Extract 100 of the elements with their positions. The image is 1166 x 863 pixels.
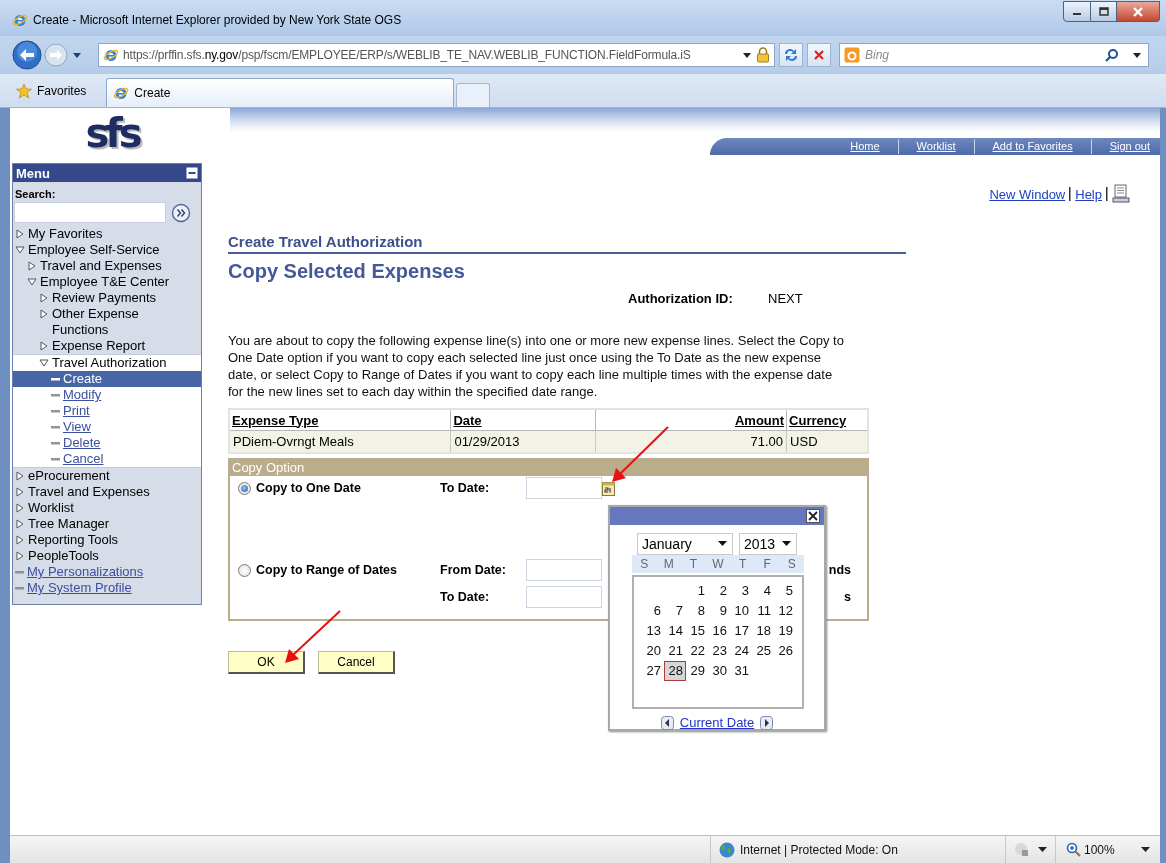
zoom-level[interactable]: 100% <box>1084 842 1115 857</box>
menu-item[interactable]: eProcurement <box>13 468 201 484</box>
menu-link[interactable]: Create <box>13 371 201 387</box>
back-button[interactable] <box>12 40 42 70</box>
calendar-day[interactable]: 20 <box>642 641 664 661</box>
date-field[interactable] <box>526 586 602 608</box>
maximize-button[interactable] <box>1091 1 1117 22</box>
column-header[interactable]: Date <box>450 409 596 431</box>
current-date-link[interactable]: Current Date <box>679 715 755 730</box>
menu-link[interactable]: Cancel <box>13 451 201 467</box>
calendar-day[interactable]: 12 <box>774 601 796 621</box>
zoom-icon[interactable] <box>1066 842 1081 857</box>
date-field[interactable] <box>526 559 602 581</box>
column-header[interactable]: Amount <box>595 409 787 431</box>
browser-tab[interactable]: Create <box>106 78 455 107</box>
menu-item[interactable]: Review Payments <box>13 290 201 306</box>
year-dropdown[interactable]: 2013 <box>739 533 797 555</box>
close-button[interactable] <box>806 509 820 523</box>
menu-item[interactable]: Travel and Expenses <box>13 258 201 274</box>
menu-link[interactable]: View <box>13 419 201 435</box>
calendar-day[interactable]: 23 <box>708 641 730 661</box>
caret-icon[interactable] <box>1140 846 1150 853</box>
calendar-day[interactable]: 2 <box>708 581 730 601</box>
calendar-day[interactable]: 10 <box>730 601 752 621</box>
refresh-button[interactable] <box>779 43 803 67</box>
menu-item[interactable]: Employee Self-Service <box>13 242 201 258</box>
calendar-day[interactable]: 4 <box>752 581 774 601</box>
calendar-day[interactable]: 30 <box>708 661 730 681</box>
menu-item[interactable]: Travel and Expenses <box>13 484 201 500</box>
calendar-day[interactable]: 28 <box>664 661 686 681</box>
calendar-day[interactable]: 6 <box>642 601 664 621</box>
calendar-day[interactable]: 14 <box>664 621 686 641</box>
month-dropdown[interactable]: January <box>637 533 733 555</box>
calendar-day[interactable]: 3 <box>730 581 752 601</box>
menu-link[interactable]: Print <box>13 403 201 419</box>
collapse-icon[interactable] <box>186 167 198 179</box>
header-link[interactable]: Worklist <box>897 139 974 154</box>
menu-item[interactable]: Other Expense Functions <box>13 306 201 338</box>
calendar-day[interactable]: 18 <box>752 621 774 641</box>
radio-button[interactable] <box>238 481 251 495</box>
menu-item[interactable]: Travel Authorization <box>13 355 201 371</box>
calendar-day[interactable]: 31 <box>730 661 752 681</box>
calendar-day[interactable]: 29 <box>686 661 708 681</box>
search-input[interactable]: Bing <box>865 48 1100 62</box>
search-field[interactable]: Bing <box>839 43 1149 67</box>
calendar-day[interactable]: 1 <box>686 581 708 601</box>
search-icon[interactable] <box>1105 48 1119 62</box>
calendar-day[interactable]: 22 <box>686 641 708 661</box>
calendar-day[interactable]: 17 <box>730 621 752 641</box>
caret-icon[interactable] <box>72 51 82 59</box>
calendar-day[interactable]: 16 <box>708 621 730 641</box>
favorites-button[interactable]: Favorites <box>12 79 93 102</box>
calendar-day[interactable]: 24 <box>730 641 752 661</box>
menu-item[interactable]: Expense Report <box>13 338 201 354</box>
calendar-day[interactable]: 25 <box>752 641 774 661</box>
go-icon[interactable] <box>171 202 191 223</box>
menu-link[interactable]: Delete <box>13 435 201 451</box>
radio-option[interactable]: Copy to One Date <box>238 476 440 500</box>
calendar-day[interactable]: 5 <box>774 581 796 601</box>
address-field[interactable]: https://prffin.sfs.ny.gov/psp/fscm/EMPLOYEE/ERP/s/WEBLIB_TE_NAV.WEBLIB_FUNCTION.FieldFormula.iS <box>98 43 775 67</box>
security-icon[interactable] <box>1014 841 1030 858</box>
date-field[interactable] <box>526 477 602 499</box>
document-icon[interactable] <box>1112 184 1130 204</box>
menu-link[interactable]: My System Profile <box>13 580 201 596</box>
menu-item[interactable]: Tree Manager <box>13 516 201 532</box>
caret-icon[interactable] <box>1038 846 1047 853</box>
cancel-button[interactable]: Cancel <box>318 651 395 674</box>
page-link[interactable]: New Window <box>989 186 1066 202</box>
menu-item[interactable]: My Favorites <box>13 226 201 242</box>
caret-icon[interactable] <box>742 51 752 59</box>
radio-option[interactable]: Copy to Range of Dates <box>238 558 440 582</box>
page-link[interactable]: Help <box>1075 186 1102 202</box>
header-link[interactable]: Home <box>850 139 898 154</box>
calendar-day[interactable]: 8 <box>686 601 708 621</box>
caret-icon[interactable] <box>718 541 727 547</box>
header-link[interactable]: Sign out <box>1090 139 1160 154</box>
header-link[interactable]: Add to Favorites <box>973 139 1091 154</box>
calendar-day[interactable]: 15 <box>686 621 708 641</box>
caret-icon[interactable] <box>782 541 791 547</box>
calendar-day[interactable]: 19 <box>774 621 796 641</box>
calendar-day[interactable]: 11 <box>752 601 774 621</box>
menu-item[interactable]: PeopleTools <box>13 548 201 564</box>
menu-item[interactable]: Reporting Tools <box>13 532 201 548</box>
calendar-icon[interactable] <box>602 480 615 496</box>
menu-link[interactable]: My Personalizations <box>13 564 201 580</box>
menu-search-field[interactable] <box>14 202 166 223</box>
calendar-day[interactable]: 27 <box>642 661 664 681</box>
column-header[interactable]: Currency <box>786 409 868 431</box>
radio-button[interactable] <box>238 563 251 577</box>
column-header[interactable]: Expense Type <box>229 409 451 431</box>
calendar-day[interactable]: 26 <box>774 641 796 661</box>
menu-item[interactable]: Employee T&E Center <box>13 274 201 290</box>
calendar-day[interactable]: 7 <box>664 601 686 621</box>
menu-item[interactable]: Worklist <box>13 500 201 516</box>
minimize-button[interactable] <box>1063 1 1091 22</box>
calendar-day[interactable]: 13 <box>642 621 664 641</box>
stop-button[interactable] <box>807 43 831 67</box>
calendar-day[interactable]: 21 <box>664 641 686 661</box>
menu-link[interactable]: Modify <box>13 387 201 403</box>
ok-button[interactable]: OK <box>228 651 305 674</box>
